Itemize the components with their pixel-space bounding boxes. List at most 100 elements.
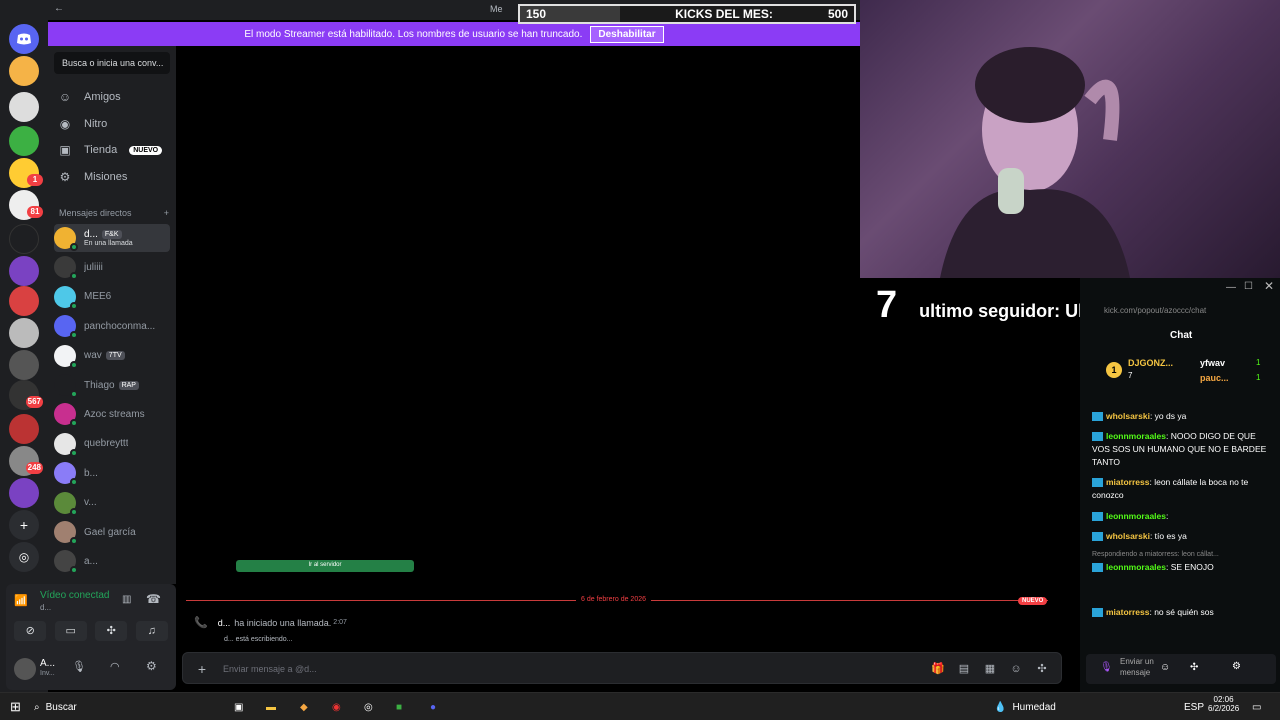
kick-username[interactable]: leonnmoraales <box>1106 511 1166 521</box>
dm-item[interactable]: d... F&K En una llamada <box>54 224 170 252</box>
kick-username[interactable]: leonnmoraales <box>1106 431 1166 441</box>
dm-item[interactable]: panchoconma... <box>54 312 170 340</box>
dm-name: MEE6 <box>84 291 112 303</box>
windows-start-icon[interactable]: ⊞ <box>10 699 21 715</box>
add-server-icon[interactable]: + <box>9 510 39 540</box>
weather-widget[interactable]: 💧 Humedad <box>994 699 1056 715</box>
back-arrow-icon[interactable]: ← <box>54 3 64 14</box>
nav-shop[interactable]: ▣ Tienda NUEVO <box>58 139 163 161</box>
server-icon[interactable] <box>9 92 39 122</box>
nav-nitro[interactable]: ◉ Nitro <box>58 113 107 135</box>
server-icon[interactable]: 567 <box>9 380 43 410</box>
kick-send-box[interactable]: 🎙 Enviar un mensaje ☺ ✣ ⚙ <box>1086 654 1276 684</box>
discover-icon[interactable]: ◎ <box>9 542 39 572</box>
user-status: Inv... <box>40 670 55 677</box>
close-icon[interactable]: ✕ <box>1264 279 1274 293</box>
kick-username[interactable]: miatorress <box>1106 607 1149 617</box>
add-attachment-icon[interactable]: + <box>195 662 209 676</box>
screen-share-icon[interactable]: ▭ <box>54 621 87 641</box>
emoji-icon[interactable]: ☺ <box>1009 662 1023 676</box>
sticker-icon[interactable]: ▦ <box>983 662 997 676</box>
status-dot <box>70 390 78 398</box>
minecraft-icon[interactable]: ■ <box>396 699 402 715</box>
soundboard-icon[interactable]: ♫ <box>135 621 168 641</box>
call-text: ha iniciado una llamada. <box>234 617 332 628</box>
headphones-icon[interactable]: ◠ <box>110 660 120 673</box>
gif-icon[interactable]: ▤ <box>957 662 971 676</box>
nav-friends[interactable]: ☺ Amigos <box>58 86 121 108</box>
dm-item[interactable]: Thiago RAP <box>54 371 170 399</box>
avatar <box>54 491 78 516</box>
server-icon[interactable]: 1 <box>9 158 43 188</box>
avatar <box>54 550 78 575</box>
activities-icon[interactable]: ✣ <box>95 621 128 641</box>
server-icon[interactable] <box>9 56 39 86</box>
dm-item[interactable]: MEE6 <box>54 283 170 311</box>
server-icon[interactable] <box>9 414 39 444</box>
go-to-server-button[interactable]: Ir al servidor <box>236 560 414 572</box>
maximize-icon[interactable]: ☐ <box>1244 281 1253 292</box>
disconnect-icon[interactable]: ☎ <box>146 592 161 606</box>
send-placeholder[interactable]: Enviar un mensaje <box>1120 656 1154 678</box>
dm-name: a... <box>84 555 98 567</box>
dm-item[interactable]: Azoc streams <box>54 400 170 428</box>
dm-item[interactable]: v... <box>54 489 170 517</box>
language-indicator[interactable]: ESP <box>1184 699 1204 715</box>
kick-username[interactable]: wholsarski <box>1106 531 1150 541</box>
camera-off-icon[interactable]: ⊘ <box>14 621 47 641</box>
file-explorer-icon[interactable]: ▬ <box>266 699 276 715</box>
dm-item[interactable]: b... <box>54 459 170 487</box>
settings-gear-icon[interactable]: ⚙ <box>1232 661 1241 672</box>
apps-icon[interactable]: ✣ <box>1190 662 1198 673</box>
settings-gear-icon[interactable]: ⚙ <box>146 659 157 673</box>
discord-taskbar-icon[interactable]: ● <box>430 699 436 715</box>
chrome-icon[interactable]: ◎ <box>364 699 373 715</box>
taskbar-search[interactable]: ⌕ Buscar <box>34 699 174 715</box>
task-view-icon[interactable]: ▣ <box>234 699 243 715</box>
dm-item[interactable]: quebreyttt <box>54 430 170 458</box>
dm-item[interactable]: a... <box>54 547 170 575</box>
obs-icon[interactable]: ◉ <box>332 699 341 715</box>
microphone-icon[interactable]: 🎙 <box>1100 662 1113 673</box>
microphone-icon[interactable]: 🎙 <box>72 660 86 673</box>
server-icon[interactable] <box>9 224 39 254</box>
dm-item[interactable]: wav 7TV <box>54 342 170 370</box>
gift-icon[interactable]: 🎁 <box>931 662 945 676</box>
dm-tag: RAP <box>118 380 139 390</box>
server-icon[interactable] <box>9 478 39 508</box>
server-icon[interactable]: 248 <box>9 446 43 476</box>
dm-search-input[interactable]: Busca o inicia una conv... <box>54 52 170 74</box>
nav-quests[interactable]: ⚙ Misiones <box>58 166 128 188</box>
dm-item[interactable]: Gael garcía <box>54 518 170 546</box>
notifications-icon[interactable]: ▭ <box>1252 699 1261 715</box>
dm-header: Mensajes directos + <box>59 208 169 218</box>
server-icon[interactable] <box>9 126 39 156</box>
dm-name: Azoc streams <box>84 408 145 420</box>
avatar[interactable] <box>14 658 36 680</box>
streamer-mode-banner: El modo Streamer está habilitado. Los no… <box>48 22 860 46</box>
kick-username[interactable]: miatorress <box>1106 477 1149 487</box>
status-dot <box>70 537 78 545</box>
brave-icon[interactable]: ◆ <box>300 699 308 715</box>
server-icon[interactable]: 81 <box>9 190 43 220</box>
call-user[interactable]: d... <box>218 618 231 628</box>
noise-suppression-icon[interactable]: ▥ <box>122 594 131 605</box>
kick-chat-message: leonnmoraales: NOOO DIGO DE QUE VOS SOS … <box>1092 431 1267 467</box>
kick-username[interactable]: leonnmoraales <box>1106 562 1166 572</box>
message-input[interactable] <box>223 661 823 677</box>
server-icon[interactable] <box>9 286 39 316</box>
clock[interactable]: 02:06 6/2/2026 <box>1208 695 1239 719</box>
apps-icon[interactable]: ✣ <box>1035 662 1049 676</box>
server-icon[interactable] <box>9 350 39 380</box>
server-icon[interactable] <box>9 256 39 286</box>
avatar <box>54 256 78 281</box>
kick-username[interactable]: wholsarski <box>1106 411 1150 421</box>
add-dm-button[interactable]: + <box>164 208 169 218</box>
minimize-icon[interactable]: — <box>1226 282 1236 293</box>
emoji-icon[interactable]: ☺ <box>1160 662 1170 673</box>
disable-streamer-button[interactable]: Deshabilitar <box>590 25 664 43</box>
dm-tag: 7TV <box>105 351 125 361</box>
server-icon[interactable] <box>9 318 39 348</box>
discord-home-button[interactable] <box>9 24 39 54</box>
dm-item[interactable]: juliiii <box>54 253 170 281</box>
